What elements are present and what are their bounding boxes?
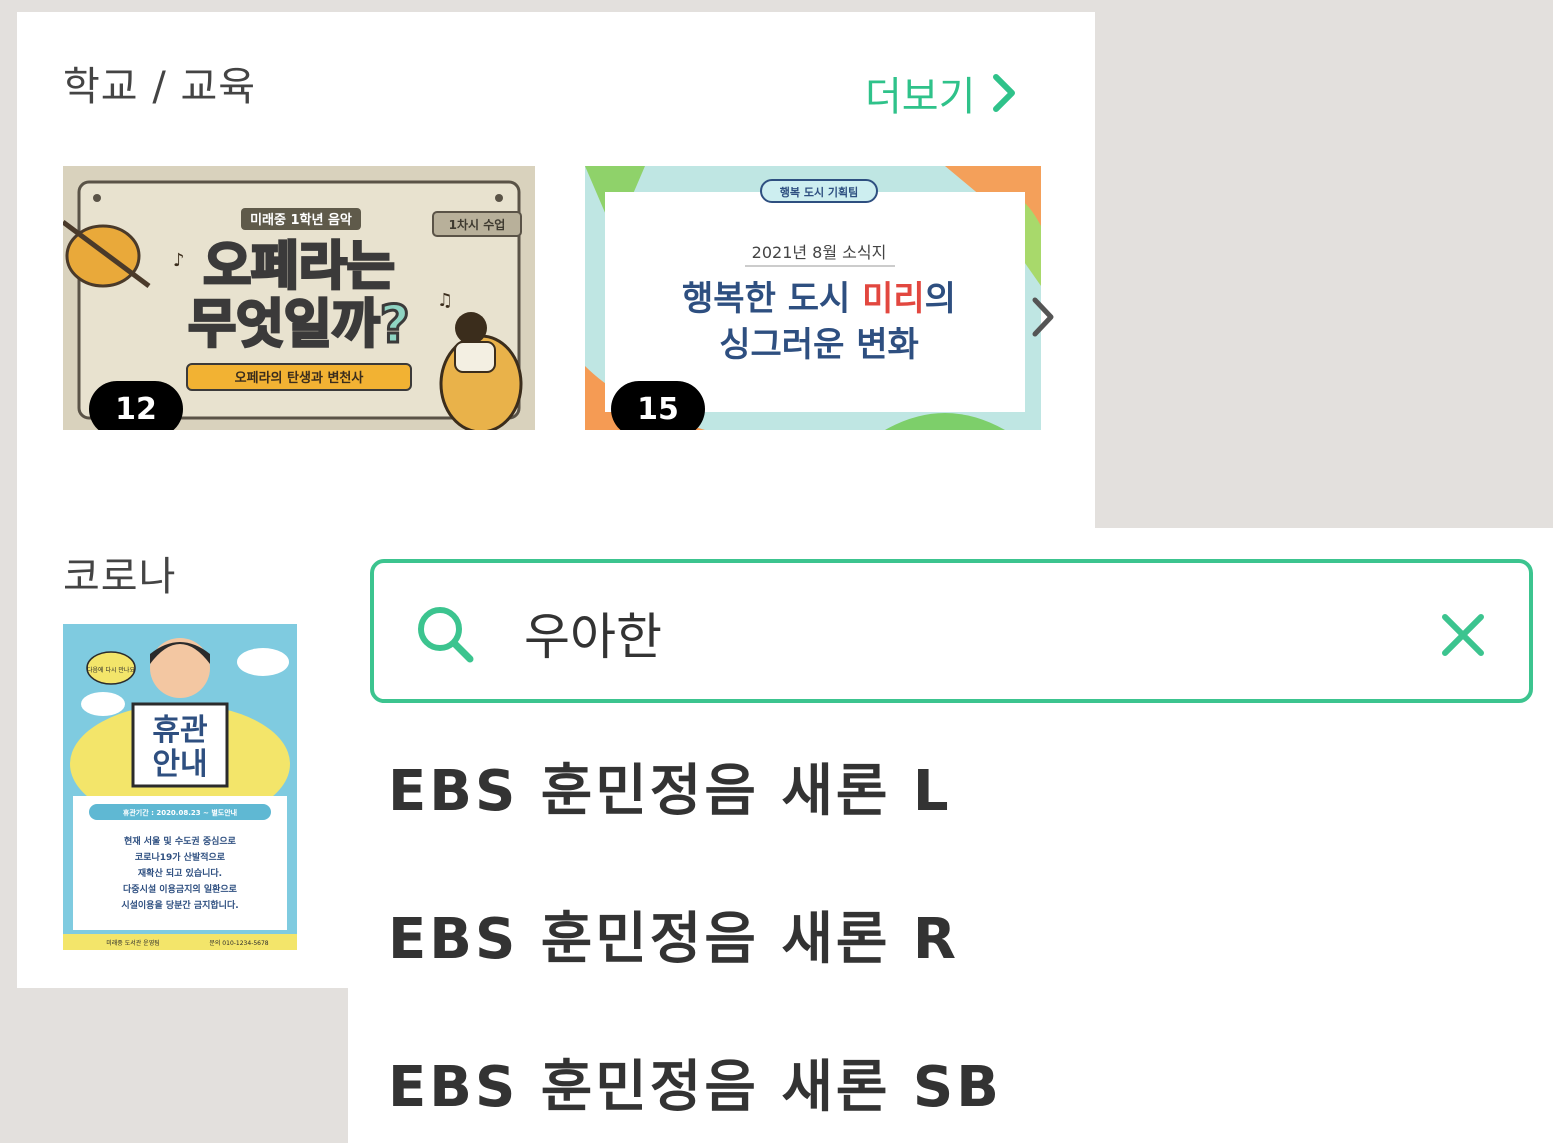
card-date-label: 2021년 8월 소식지 bbox=[752, 243, 887, 262]
page-count-badge: 15 bbox=[611, 381, 705, 430]
more-label: 더보기 bbox=[865, 74, 976, 120]
template-card-opera[interactable]: 미래중 1학년 음악 1차시 수업 오페라는 무엇일까? 오페라의 탄생과 변천… bbox=[63, 166, 535, 430]
notice-line: 현재 서울 및 수도권 중심으로 bbox=[124, 835, 237, 847]
template-card-newsletter[interactable]: 행복 도시 기획팀 2021년 8월 소식지 행복한 도시 미리의 싱그러운 변… bbox=[585, 166, 1041, 430]
card-headline-1: 행복한 도시 미리의 bbox=[682, 279, 956, 319]
suggestion-item[interactable]: EBS 훈민정음 새론 L bbox=[388, 746, 952, 827]
notice-line: 다중시설 이용금지의 일환으로 bbox=[123, 883, 238, 895]
section-title-corona: 코로나 bbox=[63, 554, 177, 600]
close-icon[interactable] bbox=[1437, 609, 1489, 661]
sign-line-2: 안내 bbox=[152, 747, 207, 782]
card-thumbnail-closure: 휴관 안내 다음에 다시 만나요 휴관기간 : 2020.08.23 ~ 별도안… bbox=[63, 624, 297, 950]
card-top-label: 행복 도시 기획팀 bbox=[780, 185, 859, 199]
music-note-icon: ♪ bbox=[173, 250, 185, 271]
period-text: 휴관기간 : 2020.08.23 ~ 별도안내 bbox=[123, 808, 237, 817]
carousel-next-chevron-right-icon[interactable] bbox=[1025, 292, 1061, 342]
template-card-closure-notice[interactable]: 휴관 안내 다음에 다시 만나요 휴관기간 : 2020.08.23 ~ 별도안… bbox=[63, 624, 297, 950]
search-dropdown: EBS 훈민정음 새론 L EBS 훈민정음 새론 R EBS 훈민정음 새론 … bbox=[348, 528, 1553, 1143]
card-headline-2: 무엇일까? bbox=[188, 295, 410, 355]
search-box[interactable] bbox=[370, 559, 1533, 703]
footer-left: 미래중 도서관 운영팀 bbox=[106, 939, 160, 947]
sign-line-1: 휴관 bbox=[152, 713, 207, 748]
card-tag: 1차시 수업 bbox=[449, 217, 506, 232]
suggestion-item[interactable]: EBS 훈민정음 새론 SB bbox=[388, 1042, 1002, 1123]
notice-line: 시설이용을 당분간 금지합니다. bbox=[121, 899, 238, 911]
page-count-badge: 12 bbox=[89, 381, 183, 430]
card-subtitle: 오페라의 탄생과 변천사 bbox=[235, 370, 364, 386]
search-icon bbox=[418, 607, 474, 663]
suggestion-item[interactable]: EBS 훈민정음 새론 R bbox=[388, 894, 959, 975]
notice-line: 재확산 되고 있습니다. bbox=[138, 867, 222, 879]
card-headline-2: 싱그러운 변화 bbox=[719, 325, 919, 365]
section-title-school: 학교 / 교육 bbox=[63, 64, 257, 110]
search-input[interactable] bbox=[524, 597, 1424, 669]
chevron-right-icon bbox=[993, 74, 1016, 112]
bubble-text: 다음에 다시 만나요 bbox=[87, 666, 135, 674]
more-link[interactable]: 더보기 bbox=[865, 64, 1019, 122]
footer-right: 문의 010-1234-5678 bbox=[209, 939, 268, 947]
music-note-icon: ♫ bbox=[437, 290, 453, 311]
notice-line: 코로나19가 산발적으로 bbox=[135, 851, 226, 863]
card-headline-1: 오페라는 bbox=[203, 237, 394, 297]
card-top-label: 미래중 1학년 음악 bbox=[250, 212, 352, 228]
